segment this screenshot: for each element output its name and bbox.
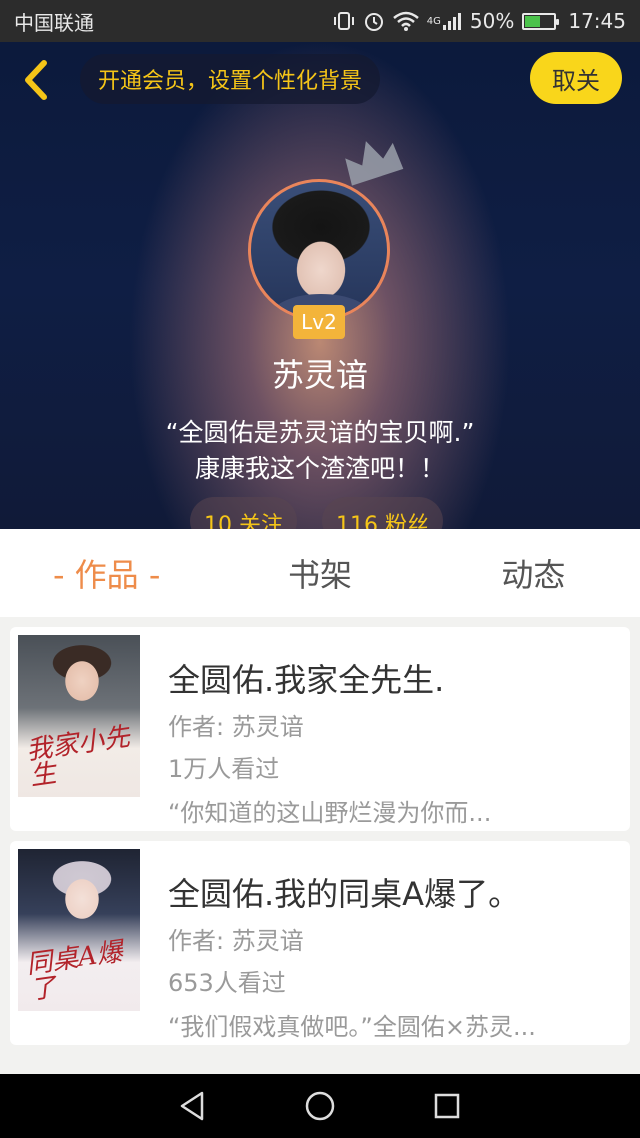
book-cover: 我家小先生 xyxy=(18,635,140,797)
avatar[interactable] xyxy=(248,179,390,321)
profile-tabs: - 作品 - 书架 动态 xyxy=(0,529,640,617)
book-excerpt: “你知道的这山野烂漫为你而... xyxy=(168,799,492,827)
nav-recent-button[interactable] xyxy=(427,1086,467,1126)
triangle-back-icon xyxy=(181,1091,204,1121)
square-recent-icon xyxy=(434,1093,459,1119)
book-author: 作者: 苏灵谙 xyxy=(168,713,304,741)
tab-activity[interactable]: 动态 xyxy=(427,550,640,596)
tab-bookshelf[interactable]: 书架 xyxy=(213,550,426,596)
cover-title-art: 同桌A爆了 xyxy=(24,937,125,1006)
alarm-icon xyxy=(363,10,385,32)
work-card[interactable]: 我家小先生 全圆佑.我家全先生. 作者: 苏灵谙 1万人看过 “你知道的这山野烂… xyxy=(10,627,630,831)
signal-icon: 4G xyxy=(427,11,462,31)
profile-header: 开通会员，设置个性化背景 取关 Lv2 苏灵谙 “全圆佑是苏灵谙的宝贝啊.” 康… xyxy=(0,42,640,529)
carrier-label: 中国联通 xyxy=(14,10,94,35)
vip-background-banner[interactable]: 开通会员，设置个性化背景 xyxy=(80,54,381,104)
unfollow-button[interactable]: 取关 xyxy=(530,52,622,104)
book-excerpt: “我们假戏真做吧。”全圆佑×苏灵... xyxy=(168,1013,536,1041)
works-list: 我家小先生 全圆佑.我家全先生. 作者: 苏灵谙 1万人看过 “你知道的这山野烂… xyxy=(10,627,630,1055)
chevron-left-icon xyxy=(25,60,47,100)
user-name: 苏灵谙 xyxy=(271,356,368,394)
nav-back-button[interactable] xyxy=(173,1086,213,1126)
status-bar: 中国联通 4G 50% 17:45 xyxy=(0,0,640,42)
work-card[interactable]: 同桌A爆了 全圆佑.我的同桌A爆了。 作者: 苏灵谙 653人看过 “我们假戏真… xyxy=(10,841,630,1045)
battery-icon xyxy=(522,12,560,30)
vibrate-icon xyxy=(333,11,355,31)
user-signature: “全圆佑是苏灵谙的宝贝啊.” 康康我这个渣渣吧！！ xyxy=(0,415,640,487)
battery-percent: 50% xyxy=(469,9,515,33)
book-author: 作者: 苏灵谙 xyxy=(168,927,304,955)
book-cover: 同桌A爆了 xyxy=(18,849,140,1011)
wifi-icon xyxy=(392,11,419,31)
back-button[interactable] xyxy=(16,56,56,104)
status-icons: 4G 50% 17:45 xyxy=(333,9,626,33)
book-views: 653人看过 xyxy=(168,969,286,997)
clock: 17:45 xyxy=(568,9,626,33)
fans-count-button[interactable]: 116 粉丝 xyxy=(322,497,443,529)
signature-line-2: 康康我这个渣渣吧！！ xyxy=(194,454,445,483)
book-title: 全圆佑.我的同桌A爆了。 xyxy=(168,875,521,913)
following-count-button[interactable]: 10 关注 xyxy=(190,497,297,529)
tab-works[interactable]: - 作品 - xyxy=(0,550,213,596)
level-badge: Lv2 xyxy=(293,305,345,339)
nav-home-button[interactable] xyxy=(300,1086,340,1126)
book-title: 全圆佑.我家全先生. xyxy=(168,661,445,699)
book-views: 1万人看过 xyxy=(168,755,280,783)
network-type-label: 4G xyxy=(426,15,441,27)
signature-line-1: “全圆佑是苏灵谙的宝贝啊.” xyxy=(165,418,475,447)
system-nav-bar xyxy=(0,1074,640,1138)
cover-title-art: 我家小先生 xyxy=(24,722,132,792)
circle-home-icon xyxy=(305,1091,335,1121)
